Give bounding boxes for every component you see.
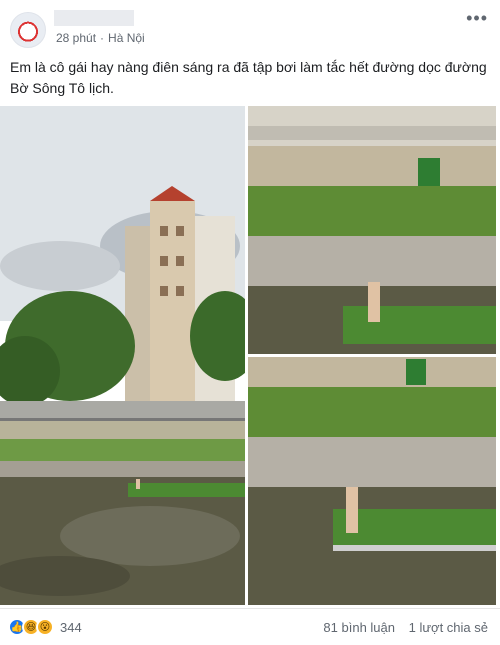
more-options-icon[interactable]: ••• [466, 8, 488, 29]
post-time[interactable]: 28 phút [56, 31, 96, 45]
wow-icon: 😮 [36, 618, 54, 636]
post-meta: 28 phút · Hà Nội [56, 31, 145, 45]
post-header: 28 phút · Hà Nội ••• [0, 0, 500, 52]
comment-count[interactable]: 81 bình luận [323, 620, 395, 635]
post-text: Em là cô gái hay nàng điên sáng ra đã tậ… [10, 59, 487, 96]
author-name-redacted[interactable] [54, 10, 134, 26]
photo-river-wide[interactable] [0, 106, 245, 605]
facebook-post: 28 phút · Hà Nội ••• Em là cô gái hay nàng… [0, 0, 500, 645]
post-stats: 81 bình luận 1 lượt chia sẻ [313, 620, 488, 635]
meta-separator: · [100, 31, 105, 45]
reactions-summary[interactable]: 👍 😆 😮 344 [8, 618, 82, 636]
photo-river-closeup-2-image [248, 357, 496, 605]
reaction-count[interactable]: 344 [60, 620, 82, 635]
share-count[interactable]: 1 lượt chia sẻ [409, 620, 488, 635]
avatar[interactable] [10, 12, 46, 48]
photo-river-closeup-1-image [248, 106, 496, 354]
photo-river-closeup-2[interactable] [248, 357, 496, 605]
photo-river-wide-image [0, 106, 245, 605]
photo-river-closeup-1[interactable] [248, 106, 496, 354]
post-footer: 👍 😆 😮 344 81 bình luận 1 lượt chia sẻ [0, 608, 500, 645]
post-location[interactable]: Hà Nội [108, 31, 145, 45]
